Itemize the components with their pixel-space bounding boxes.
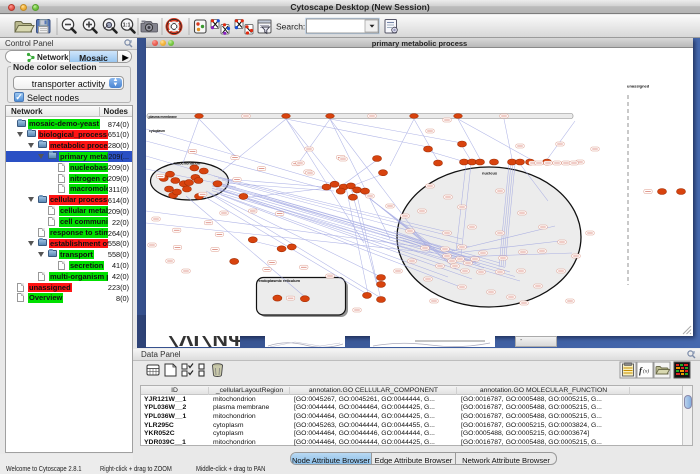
svg-text:endoplasmic reticulum: endoplasmic reticulum	[259, 278, 301, 283]
svg-text:1:1: 1:1	[123, 23, 131, 29]
svg-text:unassigned: unassigned	[627, 84, 650, 89]
svg-text:cytoplasm: cytoplasm	[149, 129, 165, 133]
svg-text:Search:: Search:	[276, 22, 305, 32]
svg-text:plasma membrane: plasma membrane	[149, 115, 177, 119]
svg-text:mitochondrion: mitochondrion	[174, 161, 201, 166]
svg-text:nucleus: nucleus	[482, 171, 498, 176]
svg-text:(x): (x)	[643, 368, 649, 375]
